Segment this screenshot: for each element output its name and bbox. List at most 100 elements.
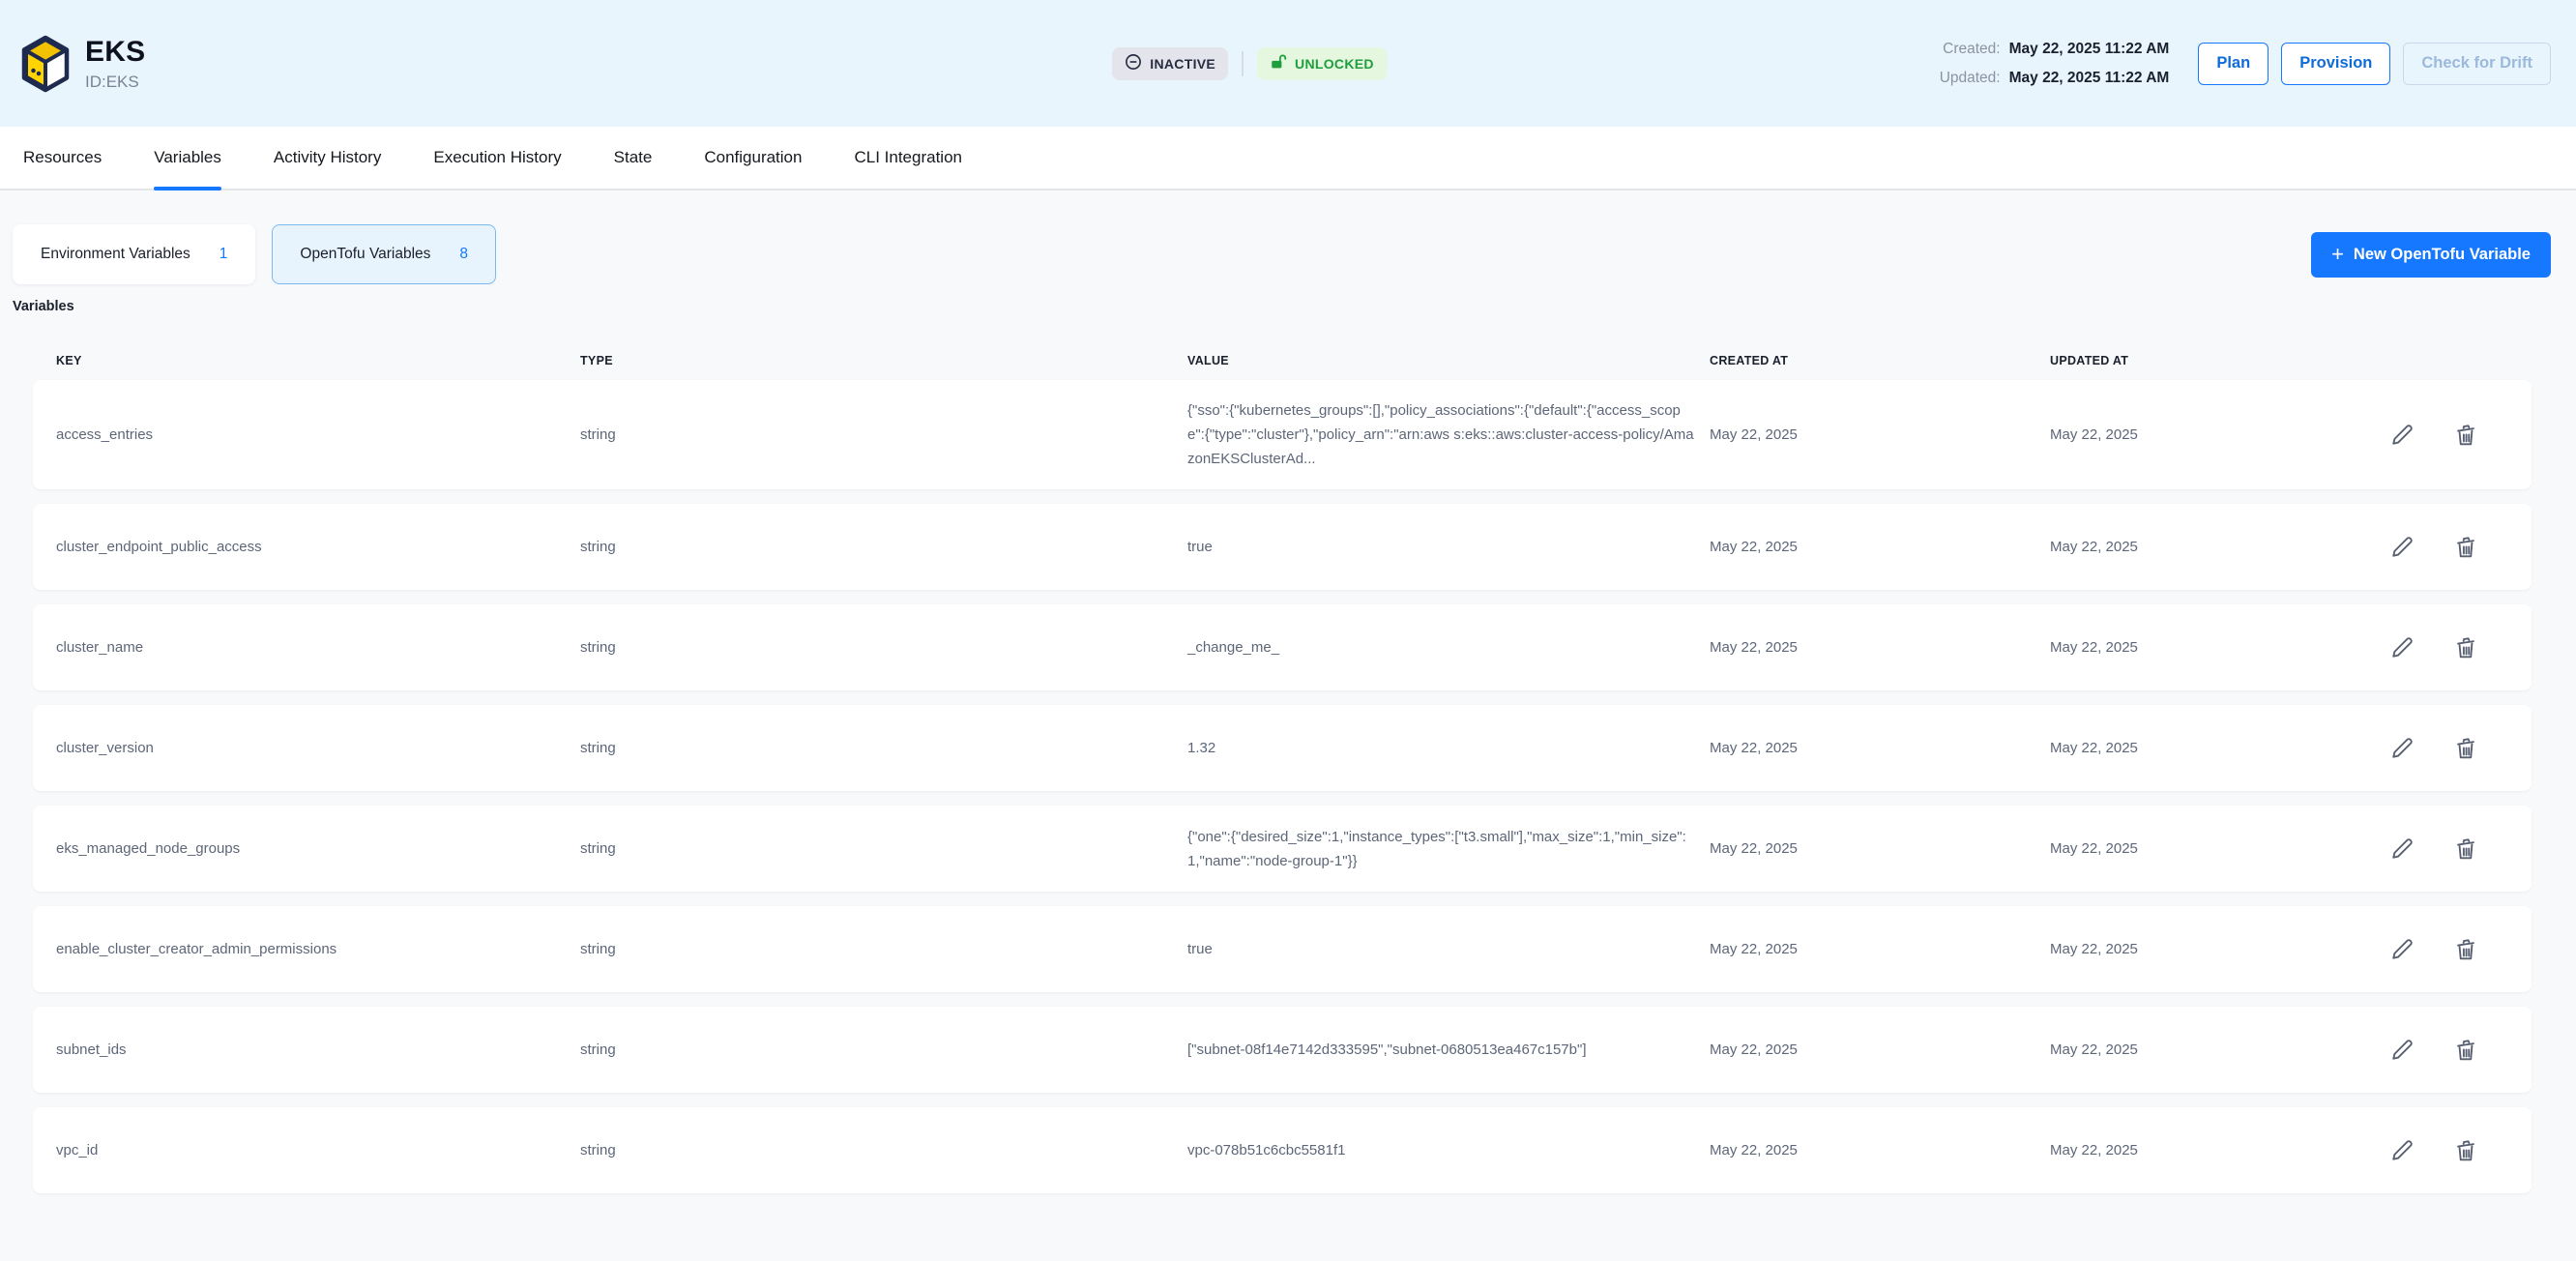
- environment-variables-label: Environment Variables: [41, 246, 190, 263]
- edit-variable-button[interactable]: [2388, 935, 2417, 964]
- variable-type: string: [580, 1138, 1187, 1162]
- environment-variables-pill[interactable]: Environment Variables 1: [13, 224, 255, 284]
- variable-created-at: May 22, 2025: [1710, 635, 2050, 660]
- column-header-key: KEY: [56, 354, 580, 367]
- tab-variables[interactable]: Variables: [154, 127, 221, 189]
- environment-id: ID:EKS: [85, 73, 145, 92]
- column-header-type: TYPE: [580, 354, 1187, 367]
- variable-key: vpc_id: [56, 1138, 580, 1162]
- pencil-icon: [2388, 1137, 2417, 1164]
- edit-variable-button[interactable]: [2388, 421, 2417, 450]
- trash-icon: [2452, 836, 2481, 863]
- table-row: subnet_ids string ["subnet-08f14e7142d33…: [33, 1007, 2532, 1093]
- tab-resources[interactable]: Resources: [23, 127, 102, 189]
- new-opentofu-variable-button[interactable]: + New OpenTofu Variable: [2311, 232, 2551, 278]
- environment-variables-count: 1: [220, 246, 228, 263]
- table-row: cluster_version string 1.32 May 22, 2025…: [33, 705, 2532, 791]
- variable-updated-at: May 22, 2025: [2050, 937, 2388, 961]
- variable-value: _change_me_: [1187, 635, 1710, 660]
- timestamps: Created: May 22, 2025 11:22 AM Updated: …: [1940, 41, 2170, 87]
- pencil-icon: [2388, 534, 2417, 561]
- variables-page: Environment Variables 1 OpenTofu Variabl…: [0, 191, 2576, 1193]
- environment-header: EKS ID:EKS INACTIVE UNLOCKED C: [0, 0, 2576, 127]
- tab-configuration[interactable]: Configuration: [704, 127, 802, 189]
- variable-created-at: May 22, 2025: [1710, 535, 2050, 559]
- tab-cli-integration[interactable]: CLI Integration: [854, 127, 962, 189]
- lock-status-badge: UNLOCKED: [1257, 47, 1387, 80]
- trash-icon: [2452, 1037, 2481, 1064]
- provision-button[interactable]: Provision: [2281, 43, 2390, 85]
- table-row: enable_cluster_creator_admin_permissions…: [33, 906, 2532, 992]
- updated-label: Updated:: [1940, 70, 2001, 87]
- variable-type: string: [580, 535, 1187, 559]
- variable-key: cluster_version: [56, 736, 580, 760]
- edit-variable-button[interactable]: [2388, 734, 2417, 763]
- variable-type: string: [580, 423, 1187, 447]
- trash-icon: [2452, 1137, 2481, 1164]
- variable-created-at: May 22, 2025: [1710, 423, 2050, 447]
- table-row: eks_managed_node_groups string {"one":{"…: [33, 806, 2532, 892]
- opentofu-variables-label: OpenTofu Variables: [300, 246, 430, 263]
- edit-variable-button[interactable]: [2388, 835, 2417, 864]
- delete-variable-button[interactable]: [2452, 1136, 2481, 1165]
- tab-state[interactable]: State: [614, 127, 653, 189]
- variable-type: string: [580, 736, 1187, 760]
- variable-updated-at: May 22, 2025: [2050, 535, 2388, 559]
- variable-value: true: [1187, 535, 1710, 559]
- table-row: cluster_name string _change_me_ May 22, …: [33, 604, 2532, 690]
- created-label: Created:: [1940, 41, 2001, 58]
- created-value: May 22, 2025 11:22 AM: [2009, 41, 2170, 58]
- table-header-row: KEY TYPE VALUE CREATED AT UPDATED AT: [33, 354, 2532, 367]
- variable-key: subnet_ids: [56, 1038, 580, 1062]
- delete-variable-button[interactable]: [2452, 633, 2481, 662]
- plan-button[interactable]: Plan: [2198, 43, 2269, 85]
- page-title: EKS: [85, 36, 145, 69]
- edit-variable-button[interactable]: [2388, 633, 2417, 662]
- variable-type: string: [580, 1038, 1187, 1062]
- edit-variable-button[interactable]: [2388, 1036, 2417, 1065]
- variable-created-at: May 22, 2025: [1710, 736, 2050, 760]
- delete-variable-button[interactable]: [2452, 421, 2481, 450]
- edit-variable-button[interactable]: [2388, 533, 2417, 562]
- section-title: Variables: [13, 299, 2551, 314]
- table-row: access_entries string {"sso":{"kubernete…: [33, 380, 2532, 489]
- variable-value: {"sso":{"kubernetes_groups":[],"policy_a…: [1187, 398, 1710, 471]
- opentofu-variables-pill[interactable]: OpenTofu Variables 8: [272, 224, 496, 284]
- table-body: access_entries string {"sso":{"kubernete…: [33, 380, 2532, 1193]
- variable-created-at: May 22, 2025: [1710, 937, 2050, 961]
- variable-updated-at: May 22, 2025: [2050, 1138, 2388, 1162]
- opentofu-variables-count: 8: [459, 246, 468, 263]
- variable-value: vpc-078b51c6cbc5581f1: [1187, 1138, 1710, 1162]
- status-badges: INACTIVE UNLOCKED: [1112, 47, 1386, 80]
- variable-type-switcher: Environment Variables 1 OpenTofu Variabl…: [13, 224, 2551, 284]
- delete-variable-button[interactable]: [2452, 1036, 2481, 1065]
- variable-updated-at: May 22, 2025: [2050, 1038, 2388, 1062]
- variable-type: string: [580, 937, 1187, 961]
- variable-updated-at: May 22, 2025: [2050, 635, 2388, 660]
- variable-value: {"one":{"desired_size":1,"instance_types…: [1187, 825, 1710, 873]
- pencil-icon: [2388, 836, 2417, 863]
- pencil-icon: [2388, 735, 2417, 762]
- pencil-icon: [2388, 936, 2417, 963]
- unlock-icon: [1270, 53, 1287, 73]
- variable-updated-at: May 22, 2025: [2050, 836, 2388, 861]
- delete-variable-button[interactable]: [2452, 734, 2481, 763]
- tab-activity-history[interactable]: Activity History: [274, 127, 381, 189]
- variable-created-at: May 22, 2025: [1710, 1038, 2050, 1062]
- tab-bar: Resources Variables Activity History Execut…: [0, 127, 2576, 191]
- badge-divider: [1242, 51, 1244, 76]
- status-badge: INACTIVE: [1112, 47, 1228, 80]
- variable-created-at: May 22, 2025: [1710, 836, 2050, 861]
- check-for-drift-button[interactable]: Check for Drift: [2403, 43, 2551, 85]
- tab-execution-history[interactable]: Execution History: [433, 127, 561, 189]
- delete-variable-button[interactable]: [2452, 533, 2481, 562]
- edit-variable-button[interactable]: [2388, 1136, 2417, 1165]
- pencil-icon: [2388, 634, 2417, 661]
- environment-logo-icon: [21, 35, 70, 93]
- delete-variable-button[interactable]: [2452, 835, 2481, 864]
- pencil-icon: [2388, 422, 2417, 449]
- variable-type: string: [580, 836, 1187, 861]
- variable-key: cluster_endpoint_public_access: [56, 535, 580, 559]
- delete-variable-button[interactable]: [2452, 935, 2481, 964]
- trash-icon: [2452, 534, 2481, 561]
